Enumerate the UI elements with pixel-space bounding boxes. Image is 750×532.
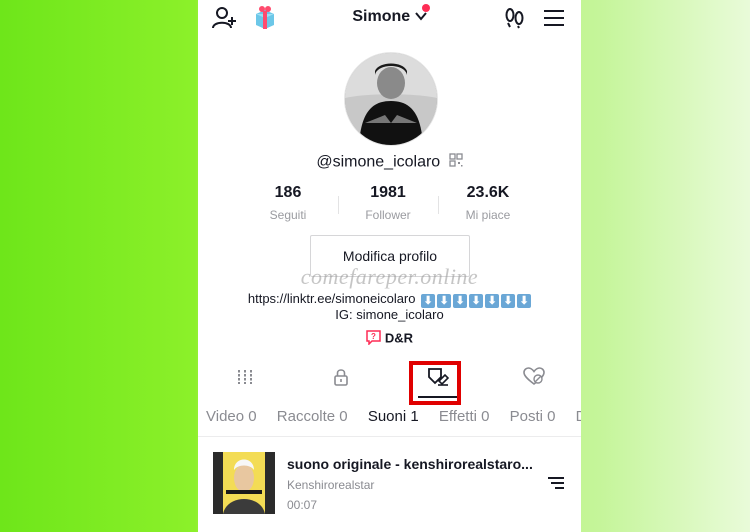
profile-screen: Simone @simone_icolaro 186 Seguiti 1981 … [198, 0, 581, 532]
tab-more[interactable]: D [576, 408, 581, 425]
question-bubble-icon: ? [366, 330, 381, 348]
tab-sounds[interactable]: Suoni 1 [368, 408, 419, 425]
following-label: Seguiti [269, 208, 307, 222]
sound-duration: 00:07 [287, 498, 318, 512]
down-arrow-icon: ⬇ [469, 293, 484, 308]
sound-title[interactable]: suono originale - kenshirorealstaro... [287, 456, 533, 472]
down-arrow-icon: ⬇ [517, 293, 532, 308]
down-arrow-icon: ⬇ [501, 293, 516, 308]
tab-private[interactable] [321, 364, 361, 394]
divider [198, 436, 581, 437]
tab-video[interactable]: Video 0 [206, 408, 257, 425]
stat-following[interactable]: 186 Seguiti [238, 184, 338, 222]
watermark: comefareper.online [300, 264, 479, 289]
page-title[interactable]: Simone [352, 8, 410, 25]
footprints-icon[interactable] [504, 7, 526, 34]
followers-label: Follower [365, 208, 411, 222]
favorites-subtabs: Video 0 Raccolte 0 Suoni 1 Effetti 0 Pos… [206, 408, 581, 425]
stat-likes[interactable]: 23.6K Mi piace [438, 184, 538, 222]
qr-code-icon[interactable] [449, 153, 463, 172]
followers-count: 1981 [370, 184, 406, 201]
qa-link[interactable]: ? D&R [198, 330, 581, 348]
liked-icon [523, 366, 545, 392]
following-count: 186 [274, 184, 302, 201]
likes-count: 23.6K [466, 184, 510, 201]
stat-divider [438, 196, 439, 214]
likes-label: Mi piace [465, 208, 511, 222]
bio-ig: IG: simone_icolaro [335, 307, 444, 322]
down-arrow-icon: ⬇ [437, 293, 452, 308]
bio-link[interactable]: https://linktr.ee/simoneicolaro [248, 291, 416, 306]
sound-options-icon[interactable] [547, 476, 565, 495]
highlight-box [409, 361, 461, 405]
content-icon-tabs [198, 364, 581, 400]
username-text: @simone_icolaro [316, 153, 441, 171]
tab-videos[interactable] [225, 364, 265, 394]
sound-list-item[interactable]: suono originale - kenshirorealstaro... K… [213, 452, 568, 516]
bio-link-line: https://linktr.ee/simoneicolaro ⬇ ⬇ ⬇ ⬇ ⬇ ⬇ ⬇ [198, 291, 581, 308]
down-arrow-icon: ⬇ [421, 293, 436, 308]
grid-icon [236, 368, 254, 391]
lock-icon [332, 368, 350, 391]
down-arrow-icon: ⬇ [453, 293, 468, 308]
profile-stats: 186 Seguiti 1981 Follower 23.6K Mi piace [238, 184, 538, 222]
arrow-emojis: ⬇ ⬇ ⬇ ⬇ ⬇ ⬇ ⬇ [419, 292, 532, 308]
tab-places[interactable]: Posti 0 [510, 408, 556, 425]
down-arrow-icon: ⬇ [485, 293, 500, 308]
stat-followers[interactable]: 1981 Follower [338, 184, 438, 222]
avatar[interactable] [344, 52, 438, 146]
sound-author[interactable]: Kenshirorealstar [287, 478, 374, 492]
notification-dot [422, 4, 430, 12]
username: @simone_icolaro [198, 153, 581, 172]
tab-effects[interactable]: Effetti 0 [439, 408, 490, 425]
svg-text:?: ? [371, 332, 376, 341]
sound-cover[interactable] [213, 452, 275, 514]
tab-collections[interactable]: Raccolte 0 [277, 408, 348, 425]
stat-divider [338, 196, 339, 214]
qa-label: D&R [384, 330, 414, 346]
menu-icon[interactable] [543, 9, 565, 32]
tab-liked[interactable] [514, 364, 554, 394]
